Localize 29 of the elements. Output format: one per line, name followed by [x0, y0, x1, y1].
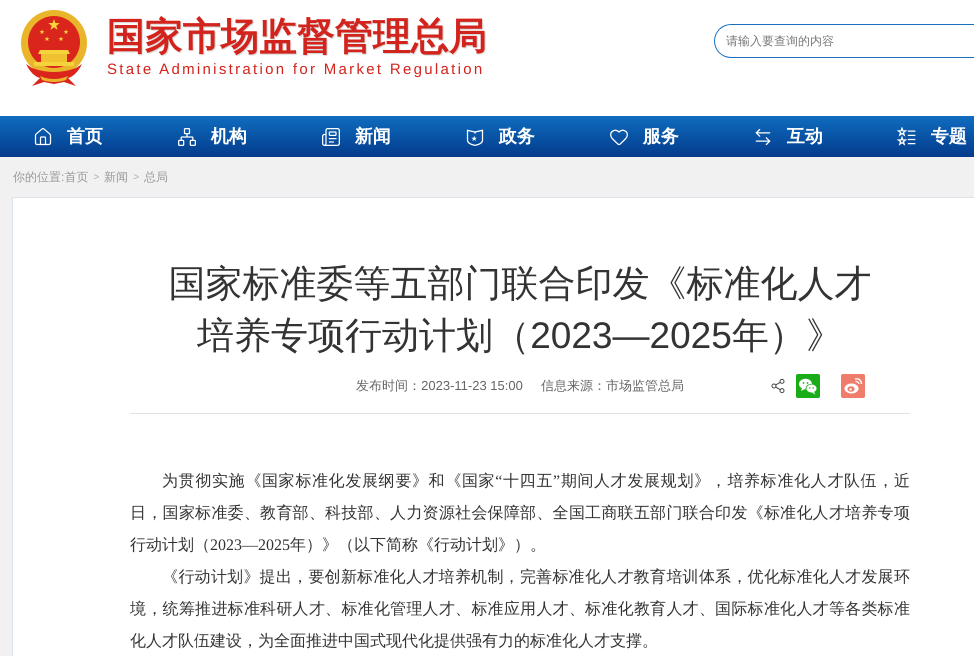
chat-bubbles-icon[interactable] — [796, 374, 820, 398]
breadcrumb-separator: > — [93, 170, 100, 184]
arrows-icon — [753, 126, 773, 146]
share-icon[interactable] — [770, 378, 786, 394]
breadcrumb-label: 你的位置: — [13, 169, 64, 186]
nav-link[interactable]: 专题 — [897, 116, 974, 157]
nav-link[interactable]: 新闻 — [321, 116, 465, 157]
emblem-icon — [18, 10, 90, 86]
sitemap-icon — [177, 126, 197, 146]
heart-icon — [609, 126, 629, 146]
star-list-icon — [897, 126, 917, 146]
nav-link[interactable]: 首页 — [33, 116, 177, 157]
nav-link[interactable]: 政务 — [465, 116, 609, 157]
home-icon — [33, 126, 53, 146]
publish-time: 发布时间：2023-11-23 15:00 — [356, 377, 523, 396]
nav-link[interactable]: 互动 — [753, 116, 897, 157]
article-title: 国家标准委等五部门联合印发《标准化人才培养专项行动计划（2023—2025年）》 — [168, 262, 872, 358]
newspaper-icon — [321, 126, 341, 146]
source-label: 信息来源：市场监管总局 — [540, 377, 684, 396]
article-paragraph: 为贯彻实施《国家标准化发展纲要》和《国家“十四五”期间人才发展规划》，培养标准化人才队伍，近日，国家标准委、教育部、科技部、人力资源社会保障部、全国工商联五部门联合印发《标准化人才培养专项行动计划（2023—2025年）》（以下简称《行动计划》）。 — [130, 472, 910, 556]
shield-star-icon — [465, 126, 485, 146]
breadcrumb-separator: > — [133, 170, 140, 184]
search-field[interactable]: 请输入要查询的内容 — [714, 24, 974, 58]
nav-link[interactable]: 机构 — [177, 116, 321, 157]
article-paragraph: 《行动计划》提出，要创新标准化人才培养机制，完善标准化人才教育培训体系，优化标准化人才发展环境，统筹推进标准科研人才、标准化管理人才、标准应用人才、标准化教育人才、国际标准化人才等各类标准化人才队伍建设，为全面推进中国式现代化提供强有力的标准化人才支撑。 — [130, 567, 910, 652]
site-subtitle: State Administration for Market Regulation — [107, 61, 486, 79]
site-title: 国家市场监督管理总局 — [107, 17, 487, 57]
nav-link[interactable]: 服务 — [609, 116, 753, 157]
eye-logo-icon[interactable] — [841, 374, 865, 398]
